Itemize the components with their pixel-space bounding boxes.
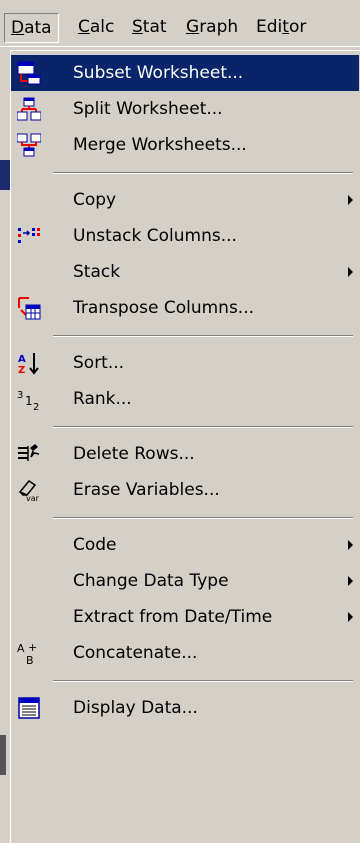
svg-text:1: 1: [25, 394, 33, 408]
delete-rows-icon: [18, 444, 40, 461]
svg-text:A: A: [18, 354, 26, 365]
menu-separator: [53, 426, 353, 428]
submenu-arrow-icon: [348, 267, 353, 277]
subset-worksheet-icon: [17, 61, 41, 85]
menu-item-label: Sort...: [73, 353, 125, 373]
menu-item-label: Extract from Date/Time: [73, 607, 273, 627]
menu-item-label: Code: [73, 535, 117, 555]
menu-calc[interactable]: Calc: [72, 14, 120, 40]
menu-item-unstack-columns[interactable]: Unstack Columns...: [11, 218, 359, 254]
unstack-columns-icon: [18, 228, 40, 243]
menu-item-code[interactable]: Code: [11, 527, 359, 563]
menu-item-label: Delete Rows...: [73, 444, 195, 464]
menu-item-label: Rank...: [73, 389, 132, 409]
svg-text:Z: Z: [18, 365, 25, 375]
menu-item-label: Unstack Columns...: [73, 226, 237, 246]
menu-item-concatenate[interactable]: A + B Concatenate...: [11, 635, 359, 671]
submenu-arrow-icon: [348, 576, 353, 586]
menu-calc-rest: alc: [89, 17, 115, 37]
merge-worksheets-icon: [17, 133, 41, 157]
menu-graph-mnemonic: G: [186, 17, 200, 37]
submenu-arrow-icon: [348, 540, 353, 550]
menu-editor-mnemonic: t: [282, 17, 289, 37]
menu-item-erase-variables[interactable]: var Erase Variables...: [11, 472, 359, 508]
menu-item-label: Display Data...: [73, 698, 198, 718]
menu-stat-mnemonic: S: [132, 17, 143, 37]
data-dropdown-menu: Subset Worksheet... Split Worksheet... M…: [10, 50, 360, 843]
menu-graph-rest: raph: [199, 17, 239, 37]
menu-item-delete-rows[interactable]: Delete Rows...: [11, 436, 359, 472]
menu-item-extract-from-date-time[interactable]: Extract from Date/Time: [11, 599, 359, 635]
menu-graph[interactable]: Graph: [180, 14, 244, 40]
menu-item-label: Erase Variables...: [73, 480, 220, 500]
menu-bar: Data Calc Stat Graph Editor: [0, 0, 360, 47]
svg-text:3: 3: [17, 390, 23, 401]
menu-item-label: Copy: [73, 190, 117, 210]
svg-text:2: 2: [33, 402, 39, 411]
transpose-columns-icon: [18, 297, 41, 320]
split-worksheet-icon: [17, 97, 41, 121]
rank-icon: 3 1 2: [17, 390, 39, 411]
menu-editor[interactable]: Editor: [250, 14, 312, 40]
menu-item-label: Stack: [73, 262, 121, 282]
menu-item-merge-worksheets[interactable]: Merge Worksheets...: [11, 127, 359, 163]
menu-item-label: Subset Worksheet...: [73, 63, 244, 83]
menu-item-transpose-columns[interactable]: Transpose Columns...: [11, 290, 359, 326]
menu-data-mnemonic: D: [11, 18, 25, 38]
menu-item-label: Transpose Columns...: [73, 298, 255, 318]
background-artifact: [0, 735, 6, 775]
menu-item-label: Merge Worksheets...: [73, 135, 247, 155]
menu-separator: [53, 335, 353, 337]
erase-variables-icon: var: [18, 479, 40, 502]
sort-az-icon: A Z: [18, 353, 39, 375]
menu-item-sort[interactable]: A Z Sort...: [11, 345, 359, 381]
menu-separator: [53, 680, 353, 682]
menu-item-label: Concatenate...: [73, 643, 198, 663]
menu-calc-mnemonic: C: [78, 17, 90, 37]
menu-data[interactable]: Data: [4, 13, 59, 43]
menu-item-display-data[interactable]: Display Data...: [11, 690, 359, 726]
menu-item-label: Change Data Type: [73, 571, 229, 591]
menu-editor-rest: Edi: [256, 17, 283, 37]
background-artifact: [0, 160, 10, 190]
menu-item-split-worksheet[interactable]: Split Worksheet...: [11, 91, 359, 127]
menu-separator: [53, 517, 353, 519]
submenu-arrow-icon: [348, 195, 353, 205]
menu-data-rest: ata: [24, 18, 52, 38]
svg-text:var: var: [26, 494, 40, 502]
submenu-arrow-icon: [348, 612, 353, 622]
menu-item-label: Split Worksheet...: [73, 99, 223, 119]
menu-item-rank[interactable]: 3 1 2 Rank...: [11, 381, 359, 417]
menu-item-change-data-type[interactable]: Change Data Type: [11, 563, 359, 599]
menu-item-stack[interactable]: Stack: [11, 254, 359, 290]
menu-stat[interactable]: Stat: [126, 14, 173, 40]
menu-stat-rest: tat: [142, 17, 167, 37]
menu-item-copy[interactable]: Copy: [11, 182, 359, 218]
svg-text:+: +: [28, 641, 37, 654]
menu-item-subset-worksheet[interactable]: Subset Worksheet...: [11, 55, 359, 91]
svg-text:B: B: [26, 654, 34, 665]
menu-separator: [53, 172, 353, 174]
concatenate-icon: A + B: [17, 641, 37, 665]
display-data-icon: [18, 697, 40, 719]
menu-editor-rest2: or: [288, 17, 307, 37]
svg-text:A: A: [17, 642, 25, 655]
